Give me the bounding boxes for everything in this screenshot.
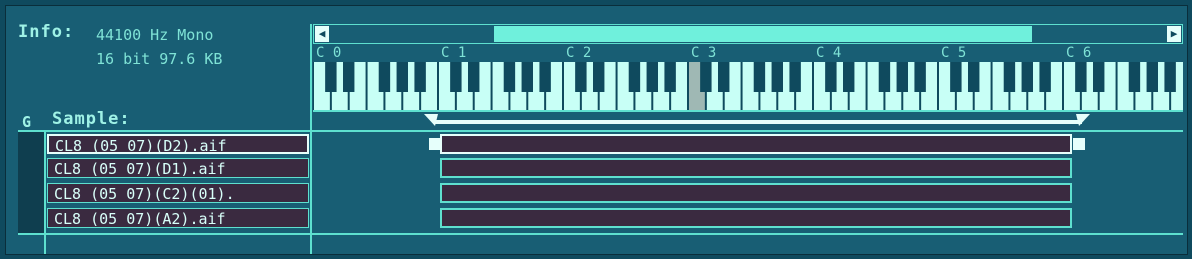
- black-key[interactable]: [503, 62, 516, 92]
- sample-zone[interactable]: [440, 134, 1072, 154]
- octave-label: C 4: [816, 45, 842, 61]
- black-key[interactable]: [1093, 62, 1105, 92]
- zone-right-handle[interactable]: [1073, 138, 1085, 150]
- black-key[interactable]: [825, 62, 837, 92]
- black-key[interactable]: [1164, 62, 1176, 92]
- black-key[interactable]: [646, 62, 658, 92]
- black-key[interactable]: [575, 62, 587, 92]
- sample-row[interactable]: CL8_(05_07)(D1).aif: [47, 158, 309, 178]
- black-key[interactable]: [896, 62, 908, 92]
- black-key[interactable]: [789, 62, 801, 92]
- black-key[interactable]: [396, 62, 408, 92]
- octave-label: C 3: [691, 45, 717, 61]
- black-key[interactable]: [539, 62, 551, 92]
- black-key[interactable]: [1003, 62, 1016, 92]
- piano-keyboard[interactable]: [313, 62, 1183, 110]
- range-end-marker-icon[interactable]: [1074, 114, 1090, 130]
- black-key[interactable]: [1021, 62, 1033, 92]
- octave-label: C 5: [941, 45, 967, 61]
- horizontal-scrollbar[interactable]: ◀ ▶: [313, 24, 1183, 44]
- black-key[interactable]: [593, 62, 605, 92]
- sample-column-label: Sample:: [52, 109, 131, 129]
- black-key[interactable]: [914, 62, 926, 92]
- sample-row[interactable]: CL8_(05_07)(C2)(01).: [47, 183, 309, 203]
- sample-rate-channels: 44100 Hz Mono: [96, 26, 214, 44]
- sample-zone[interactable]: [440, 208, 1072, 228]
- black-key[interactable]: [843, 62, 855, 92]
- sample-row[interactable]: CL8_(05_07)(D2).aif: [47, 134, 309, 154]
- black-key[interactable]: [1075, 62, 1087, 92]
- black-key[interactable]: [1146, 62, 1158, 92]
- header-divider: [18, 130, 1183, 132]
- black-key[interactable]: [700, 62, 712, 92]
- info-label: Info:: [18, 22, 75, 42]
- range-start-marker-icon[interactable]: [424, 114, 440, 130]
- scroll-left-arrow-icon[interactable]: ◀: [315, 26, 329, 42]
- black-key[interactable]: [414, 62, 426, 92]
- key-range-bar[interactable]: [434, 120, 1082, 124]
- group-column-label: G: [22, 113, 32, 131]
- black-key[interactable]: [1039, 62, 1051, 92]
- black-key[interactable]: [628, 62, 641, 92]
- black-key[interactable]: [378, 62, 391, 92]
- black-key[interactable]: [468, 62, 480, 92]
- black-key[interactable]: [968, 62, 980, 92]
- sample-zone[interactable]: [440, 158, 1072, 178]
- group-column: [18, 132, 44, 233]
- black-key[interactable]: [950, 62, 962, 92]
- black-key[interactable]: [878, 62, 891, 92]
- black-key[interactable]: [450, 62, 462, 92]
- keyboard-bottom-divider: [313, 110, 1183, 112]
- sample-row[interactable]: CL8_(05_07)(A2).aif: [47, 208, 309, 228]
- black-key[interactable]: [343, 62, 355, 92]
- column-divider: [310, 24, 312, 254]
- black-key[interactable]: [325, 62, 337, 92]
- keyboard-keys[interactable]: [313, 62, 1183, 110]
- black-key[interactable]: [1128, 62, 1141, 92]
- scrollbar-thumb[interactable]: [494, 26, 1032, 42]
- black-key[interactable]: [771, 62, 783, 92]
- octave-label: C 0: [316, 45, 342, 61]
- black-key[interactable]: [664, 62, 676, 92]
- black-key[interactable]: [521, 62, 533, 92]
- group-column-divider: [44, 130, 46, 254]
- list-bottom-divider: [18, 233, 1183, 235]
- bit-depth-size: 16 bit 97.6 KB: [96, 50, 223, 68]
- octave-label: C 6: [1066, 45, 1092, 61]
- scroll-right-arrow-icon[interactable]: ▶: [1167, 26, 1181, 42]
- octave-label: C 2: [566, 45, 592, 61]
- black-key[interactable]: [753, 62, 766, 92]
- octave-label: C 1: [441, 45, 467, 61]
- black-key[interactable]: [718, 62, 730, 92]
- sample-zone[interactable]: [440, 183, 1072, 203]
